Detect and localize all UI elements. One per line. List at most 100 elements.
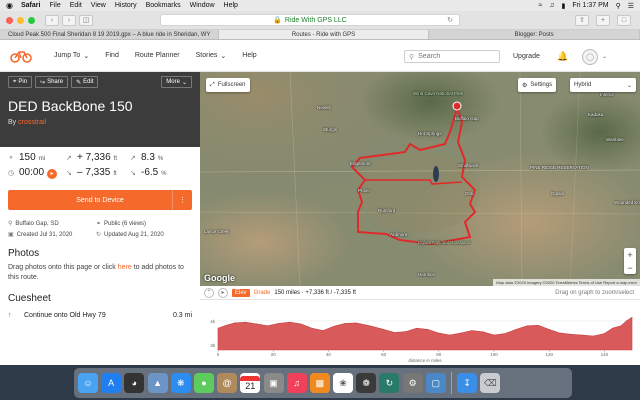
collapse-elevation-icon[interactable]: ⌃ [204,287,214,298]
distance-unit: mi [38,156,46,162]
close-window-icon[interactable] [6,16,13,24]
battery-icon[interactable]: ▮ [562,2,566,10]
nav-jump-to[interactable]: Jump To ⌄ [54,52,89,60]
tab-blogger[interactable]: Blogger: Posts [429,30,640,39]
zoom-in-button[interactable]: + [624,248,636,261]
sidebar-toggle-icon[interactable]: ◫ [79,14,93,26]
reload-icon[interactable]: ↻ [447,16,453,24]
elevation-chart[interactable]: 4k 3k 0 20 40 60 80 100 120 140 distance in miles [200,300,640,365]
play-icon[interactable]: ▸ [218,287,228,298]
back-button[interactable]: ‹ [45,14,59,26]
control-center-icon[interactable]: ☰ [628,2,634,10]
nav-find[interactable]: Find [105,52,119,59]
minimize-window-icon[interactable] [17,16,24,24]
zoom-window-icon[interactable] [28,16,35,24]
nav-help[interactable]: Help [242,52,256,59]
wifi-icon[interactable]: ≈ [538,2,542,9]
map-attribution[interactable]: Map data ©2020 Imagery ©2020 TerraMetric… [493,279,640,286]
search-input[interactable] [418,53,489,60]
time-machine-icon[interactable]: ↻ [379,373,400,393]
app-store-icon[interactable]: A [101,373,122,393]
system-preferences-icon[interactable]: ⚙ [402,373,423,393]
share-button[interactable]: ↪ Share [35,76,69,88]
gear-icon: ⚙ [522,82,528,89]
messages-icon[interactable]: ● [193,373,214,393]
tab-routes[interactable]: Routes - Ride with GPS [218,30,430,39]
finder-icon[interactable]: ☺ [78,373,98,393]
menu-safari[interactable]: Safari [21,2,40,9]
contacts-icon[interactable]: @ [217,373,238,393]
google-logo: Google [204,273,235,283]
books-icon[interactable]: ▩ [309,373,330,393]
fullscreen-button[interactable]: ⤢ Fullscreen [206,78,250,92]
grade-toggle[interactable]: Grade [254,290,271,296]
menu-help[interactable]: Help [224,2,238,9]
photos-slides-icon[interactable]: ▣ [263,373,284,393]
share-label: Share [47,79,64,85]
menu-window[interactable]: Window [190,2,215,9]
volume-icon[interactable]: ♫ [549,2,554,9]
search-box[interactable]: ⚲ [404,50,500,63]
menu-edit[interactable]: Edit [70,2,82,9]
menu-file[interactable]: File [49,2,60,9]
upgrade-link[interactable]: Upgrade [513,53,540,60]
menu-view[interactable]: View [91,2,106,9]
preview-2-icon[interactable]: ▢ [425,373,446,393]
edit-button[interactable]: ✎ Edit [71,76,99,88]
safari-icon[interactable]: ❋ [170,373,191,393]
trash-icon[interactable]: ⌫ [480,373,501,393]
author-link[interactable]: crosstrail [18,119,46,126]
menu-bookmarks[interactable]: Bookmarks [146,2,181,9]
address-bar[interactable]: 🔒 Ride With GPS LLC ↻ [160,14,460,26]
downloads-icon[interactable]: ↧ [457,373,478,393]
preview-icon[interactable]: ▲ [147,373,168,393]
cue-item[interactable]: ↑ Continue onto Old Hwy 79 0.3 mi [0,304,200,319]
menu-history[interactable]: History [115,2,137,9]
share-icon[interactable]: ⇧ [575,14,589,26]
stat-descent: ↘ – 7,335 ft [66,167,130,179]
avatar[interactable]: ◯ [582,49,598,65]
send-to-device-button[interactable]: Send to Device ⋮ [8,190,192,210]
grade-up-value: 8.3 [141,152,155,163]
tab-cloud-peak[interactable]: Cloud Peak 500 Final Sheridan 8 19 2019.… [0,30,219,39]
elevation-point [427,329,429,330]
nav-stories[interactable]: Stories ⌄ [196,52,227,60]
spotlight-icon[interactable]: ⚲ [616,2,621,10]
history-icon: ↻ [96,232,102,238]
photos-icon[interactable]: ❀ [333,373,354,393]
iphoto-icon[interactable]: ❁ [356,373,377,393]
stat-ascent: ↗ + 7,336 ft [66,152,130,163]
apple-menu-icon[interactable]: ◉ [6,1,13,10]
grade-up-unit: % [157,156,164,162]
elevation-point [620,325,622,327]
music-icon[interactable]: ♫ [286,373,307,393]
forward-button[interactable]: › [62,14,76,26]
pin-button[interactable]: ⌖ Pin [8,76,33,88]
elev-toggle[interactable]: Elev [232,288,250,297]
photos-upload-link[interactable]: here [118,264,132,271]
calendar-icon[interactable]: 21 [240,373,261,393]
elevation-point [493,334,495,336]
tab-overview-icon[interactable]: □ [617,14,631,26]
created-text: Created Jul 31, 2020 [16,232,73,238]
x-tick-label: 100 [490,352,498,357]
grade-up-icon: ↗ [130,155,136,162]
route-map[interactable]: Newell Sturgis Wind Cave National Park Hot … [200,72,640,286]
nav-route-planner[interactable]: Route Planner [135,52,180,59]
elevation-chart-svg[interactable]: 4k 3k0 20 40 60 80 100 120 140 distance in miles [200,300,640,365]
map-type-select[interactable]: Hybrid ⌄ [570,78,636,92]
zoom-out-button[interactable]: − [624,261,636,274]
elevation-point [570,333,572,335]
rwgps-logo-icon[interactable] [10,49,32,63]
bell-icon[interactable]: 🔔 [557,51,568,62]
menu-clock[interactable]: Fri 1:37 PM [572,2,608,9]
new-tab-button[interactable]: + [596,14,610,26]
chevron-down-icon[interactable]: ⌄ [602,53,607,60]
dashboard-icon[interactable]: ◕ [124,373,145,393]
share-icon: ↪ [40,79,46,86]
x-tick-label: 80 [436,352,442,357]
more-button[interactable]: More ⌄ [161,76,192,88]
map-settings-button[interactable]: ⚙ Settings [518,78,557,92]
kebab-menu-icon[interactable]: ⋮ [172,190,192,210]
time-edit-icon[interactable]: ▸ [47,169,58,179]
